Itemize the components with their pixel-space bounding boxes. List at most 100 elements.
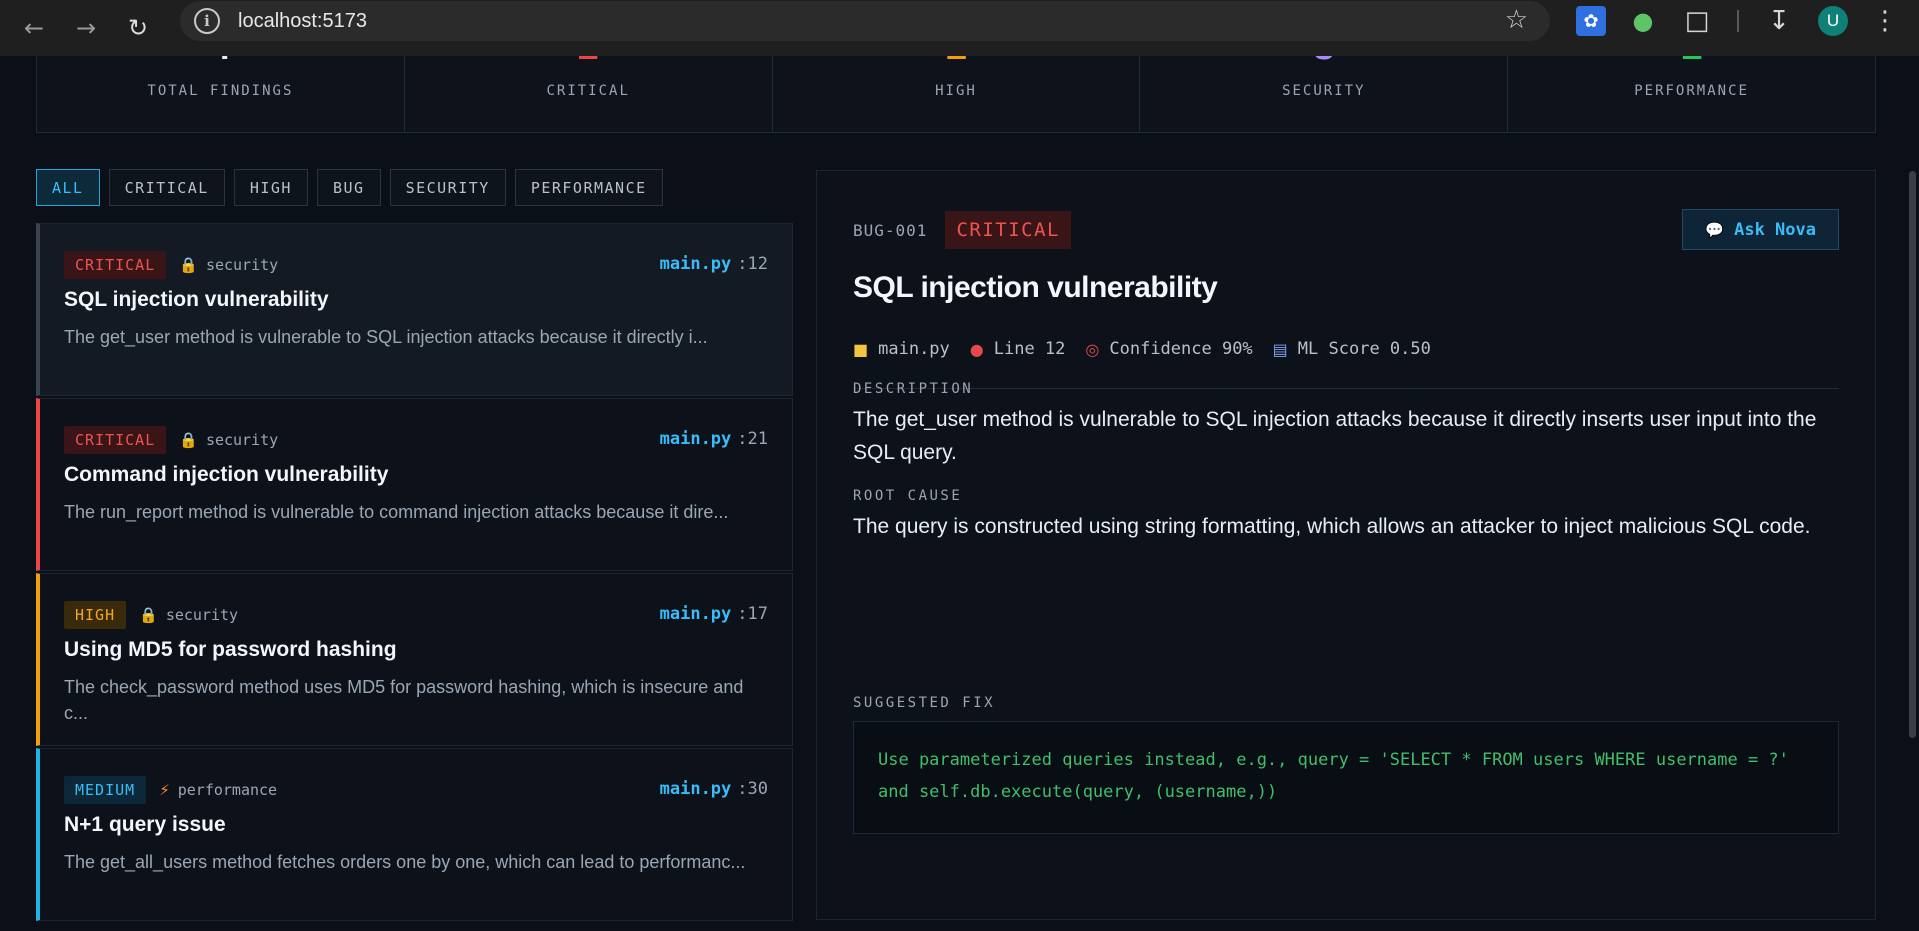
finding-title: SQL injection vulnerability <box>64 288 329 311</box>
file-location: main.py:12 <box>660 254 768 274</box>
file-location: main.py:17 <box>660 604 768 624</box>
finding-title: Using MD5 for password hashing <box>64 638 397 661</box>
browser-menu-icon[interactable]: ⋮ <box>1870 6 1900 36</box>
bolt-icon: ⚡ <box>159 781 170 799</box>
description-label: DESCRIPTION <box>853 381 974 397</box>
file-location: main.py:30 <box>660 779 768 799</box>
reload-icon[interactable]: ↻ <box>112 8 164 48</box>
stat-value: 4 <box>37 56 404 71</box>
category-label: performance <box>177 781 278 799</box>
forward-icon[interactable]: → <box>60 8 112 48</box>
stat-label: TOTAL FINDINGS <box>147 83 294 99</box>
page-scrollbar[interactable] <box>1905 56 1919 931</box>
stat-label: SECURITY <box>1282 83 1366 99</box>
url-text[interactable]: localhost:5173 <box>238 10 367 33</box>
filter-bar: ALL CRITICAL HIGH BUG SECURITY PERFORMANCE <box>36 169 663 206</box>
ask-nova-button[interactable]: 💬 Ask Nova <box>1682 209 1839 250</box>
finding-title: N+1 query issue <box>64 813 226 836</box>
filter-bug[interactable]: BUG <box>316 169 381 206</box>
finding-title: Command injection vulnerability <box>64 463 389 486</box>
chart-icon: ▤ <box>1272 339 1288 359</box>
file-name: main.py <box>659 779 732 799</box>
stat-card: 3 SECURITY <box>1140 56 1509 132</box>
stat-value: 2 <box>405 56 772 71</box>
filter-high[interactable]: HIGH <box>233 169 308 206</box>
severity-badge: HIGH <box>64 601 127 629</box>
line-number: :30 <box>737 779 768 799</box>
finding-id: BUG-001 <box>853 220 928 240</box>
file-name: main.py <box>659 604 732 624</box>
description-text: The get_user method is vulnerable to SQL… <box>853 408 1817 464</box>
category-label: security <box>205 431 279 449</box>
lock-icon: 🔒 <box>179 256 198 274</box>
site-info-icon[interactable]: i <box>194 8 220 34</box>
meta-line-text: Line 12 <box>993 339 1066 359</box>
finding-description: The run_report method is vulnerable to c… <box>64 502 729 522</box>
bookmark-star-icon[interactable]: ☆ <box>1505 5 1528 35</box>
lock-icon: 🔒 <box>179 431 198 449</box>
detail-title: SQL injection vulnerability <box>853 271 1218 304</box>
meta-file: ■ main.py <box>853 339 950 359</box>
extension-gear-icon[interactable]: ✿ <box>1576 6 1606 36</box>
filter-performance[interactable]: PERFORMANCE <box>514 169 663 206</box>
stats-summary: 4 TOTAL FINDINGS 2 CRITICAL 1 HIGH 3 SECURITY 1 P… <box>36 56 1876 133</box>
extension-globe-icon[interactable]: ● <box>1628 6 1658 36</box>
stat-value: 1 <box>773 56 1140 71</box>
address-bar[interactable]: i localhost:5173 ☆ <box>180 1 1550 41</box>
finding-card[interactable]: CRITICAL 🔒 security main.py:12 SQL injection… <box>36 223 793 396</box>
file-name: main.py <box>659 254 732 274</box>
scrollbar-thumb[interactable] <box>1909 171 1916 738</box>
severity-badge: CRITICAL <box>945 211 1071 249</box>
meta-confidence: ◎ Confidence 90% <box>1085 339 1252 359</box>
target-icon: ◎ <box>1085 339 1100 359</box>
ask-nova-label: Ask Nova <box>1734 219 1816 240</box>
stat-card: 1 HIGH <box>773 56 1141 132</box>
suggested-fix-code: Use parameterized queries instead, e.g.,… <box>853 721 1839 834</box>
filter-security[interactable]: SECURITY <box>389 169 506 206</box>
lock-icon: 🔒 <box>139 606 158 624</box>
stat-card: 4 TOTAL FINDINGS <box>37 56 405 132</box>
category-label: security <box>165 606 239 624</box>
download-icon[interactable]: ↧ <box>1764 6 1794 36</box>
root-cause-text: The query is constructed using string fo… <box>853 515 1811 538</box>
finding-card[interactable]: MEDIUM ⚡ performance main.py:30 N+1 query is… <box>36 748 793 921</box>
file-location: main.py:21 <box>660 429 768 449</box>
detail-meta: ■ main.py ● Line 12 ◎ Confidence 90% ▤ ML Sc… <box>853 339 1451 359</box>
stat-label: CRITICAL <box>546 83 630 99</box>
meta-file-text: main.py <box>878 339 950 359</box>
finding-description: The get_all_users method fetches orders … <box>64 852 746 872</box>
filter-critical[interactable]: CRITICAL <box>108 169 225 206</box>
file-name: main.py <box>659 429 732 449</box>
browser-toolbar: ← → ↻ i localhost:5173 ☆ ✿ ● □ ↧ U ⋮ <box>0 0 1919 56</box>
meta-confidence-text: Confidence 90% <box>1109 339 1253 359</box>
finding-description: The get_user method is vulnerable to SQL… <box>64 327 708 347</box>
meta-line: ● Line 12 <box>970 339 1066 359</box>
line-number: :17 <box>737 604 768 624</box>
divider <box>853 388 1839 389</box>
line-number: :12 <box>737 254 768 274</box>
stat-card: 2 CRITICAL <box>405 56 773 132</box>
back-icon[interactable]: ← <box>8 8 60 48</box>
root-cause-label: ROOT CAUSE <box>853 488 963 504</box>
category-label: security <box>205 256 279 274</box>
detail-header: BUG-001 CRITICAL <box>853 211 1071 249</box>
severity-badge: CRITICAL <box>64 426 167 454</box>
meta-ml-score-text: ML Score 0.50 <box>1297 339 1431 359</box>
finding-description: The check_password method uses MD5 for p… <box>64 677 744 723</box>
severity-badge: CRITICAL <box>64 251 167 279</box>
finding-card[interactable]: CRITICAL 🔒 security main.py:21 Command injec… <box>36 398 793 571</box>
filter-all[interactable]: ALL <box>36 169 100 206</box>
pin-icon: ● <box>969 339 984 359</box>
line-number: :21 <box>737 429 768 449</box>
findings-list: CRITICAL 🔒 security main.py:12 SQL injection… <box>36 223 793 923</box>
profile-avatar[interactable]: U <box>1818 6 1848 36</box>
severity-badge: MEDIUM <box>64 776 147 804</box>
folder-icon: ■ <box>853 339 869 359</box>
extensions-puzzle-icon[interactable]: □ <box>1682 6 1712 36</box>
finding-card[interactable]: HIGH 🔒 security main.py:17 Using MD5 for pas… <box>36 573 793 746</box>
stat-value: 3 <box>1140 56 1507 71</box>
meta-ml-score: ▤ ML Score 0.50 <box>1273 339 1431 359</box>
chat-bubble-icon: 💬 <box>1705 220 1725 239</box>
stat-label: PERFORMANCE <box>1634 83 1749 99</box>
toolbar-divider <box>1737 10 1739 32</box>
